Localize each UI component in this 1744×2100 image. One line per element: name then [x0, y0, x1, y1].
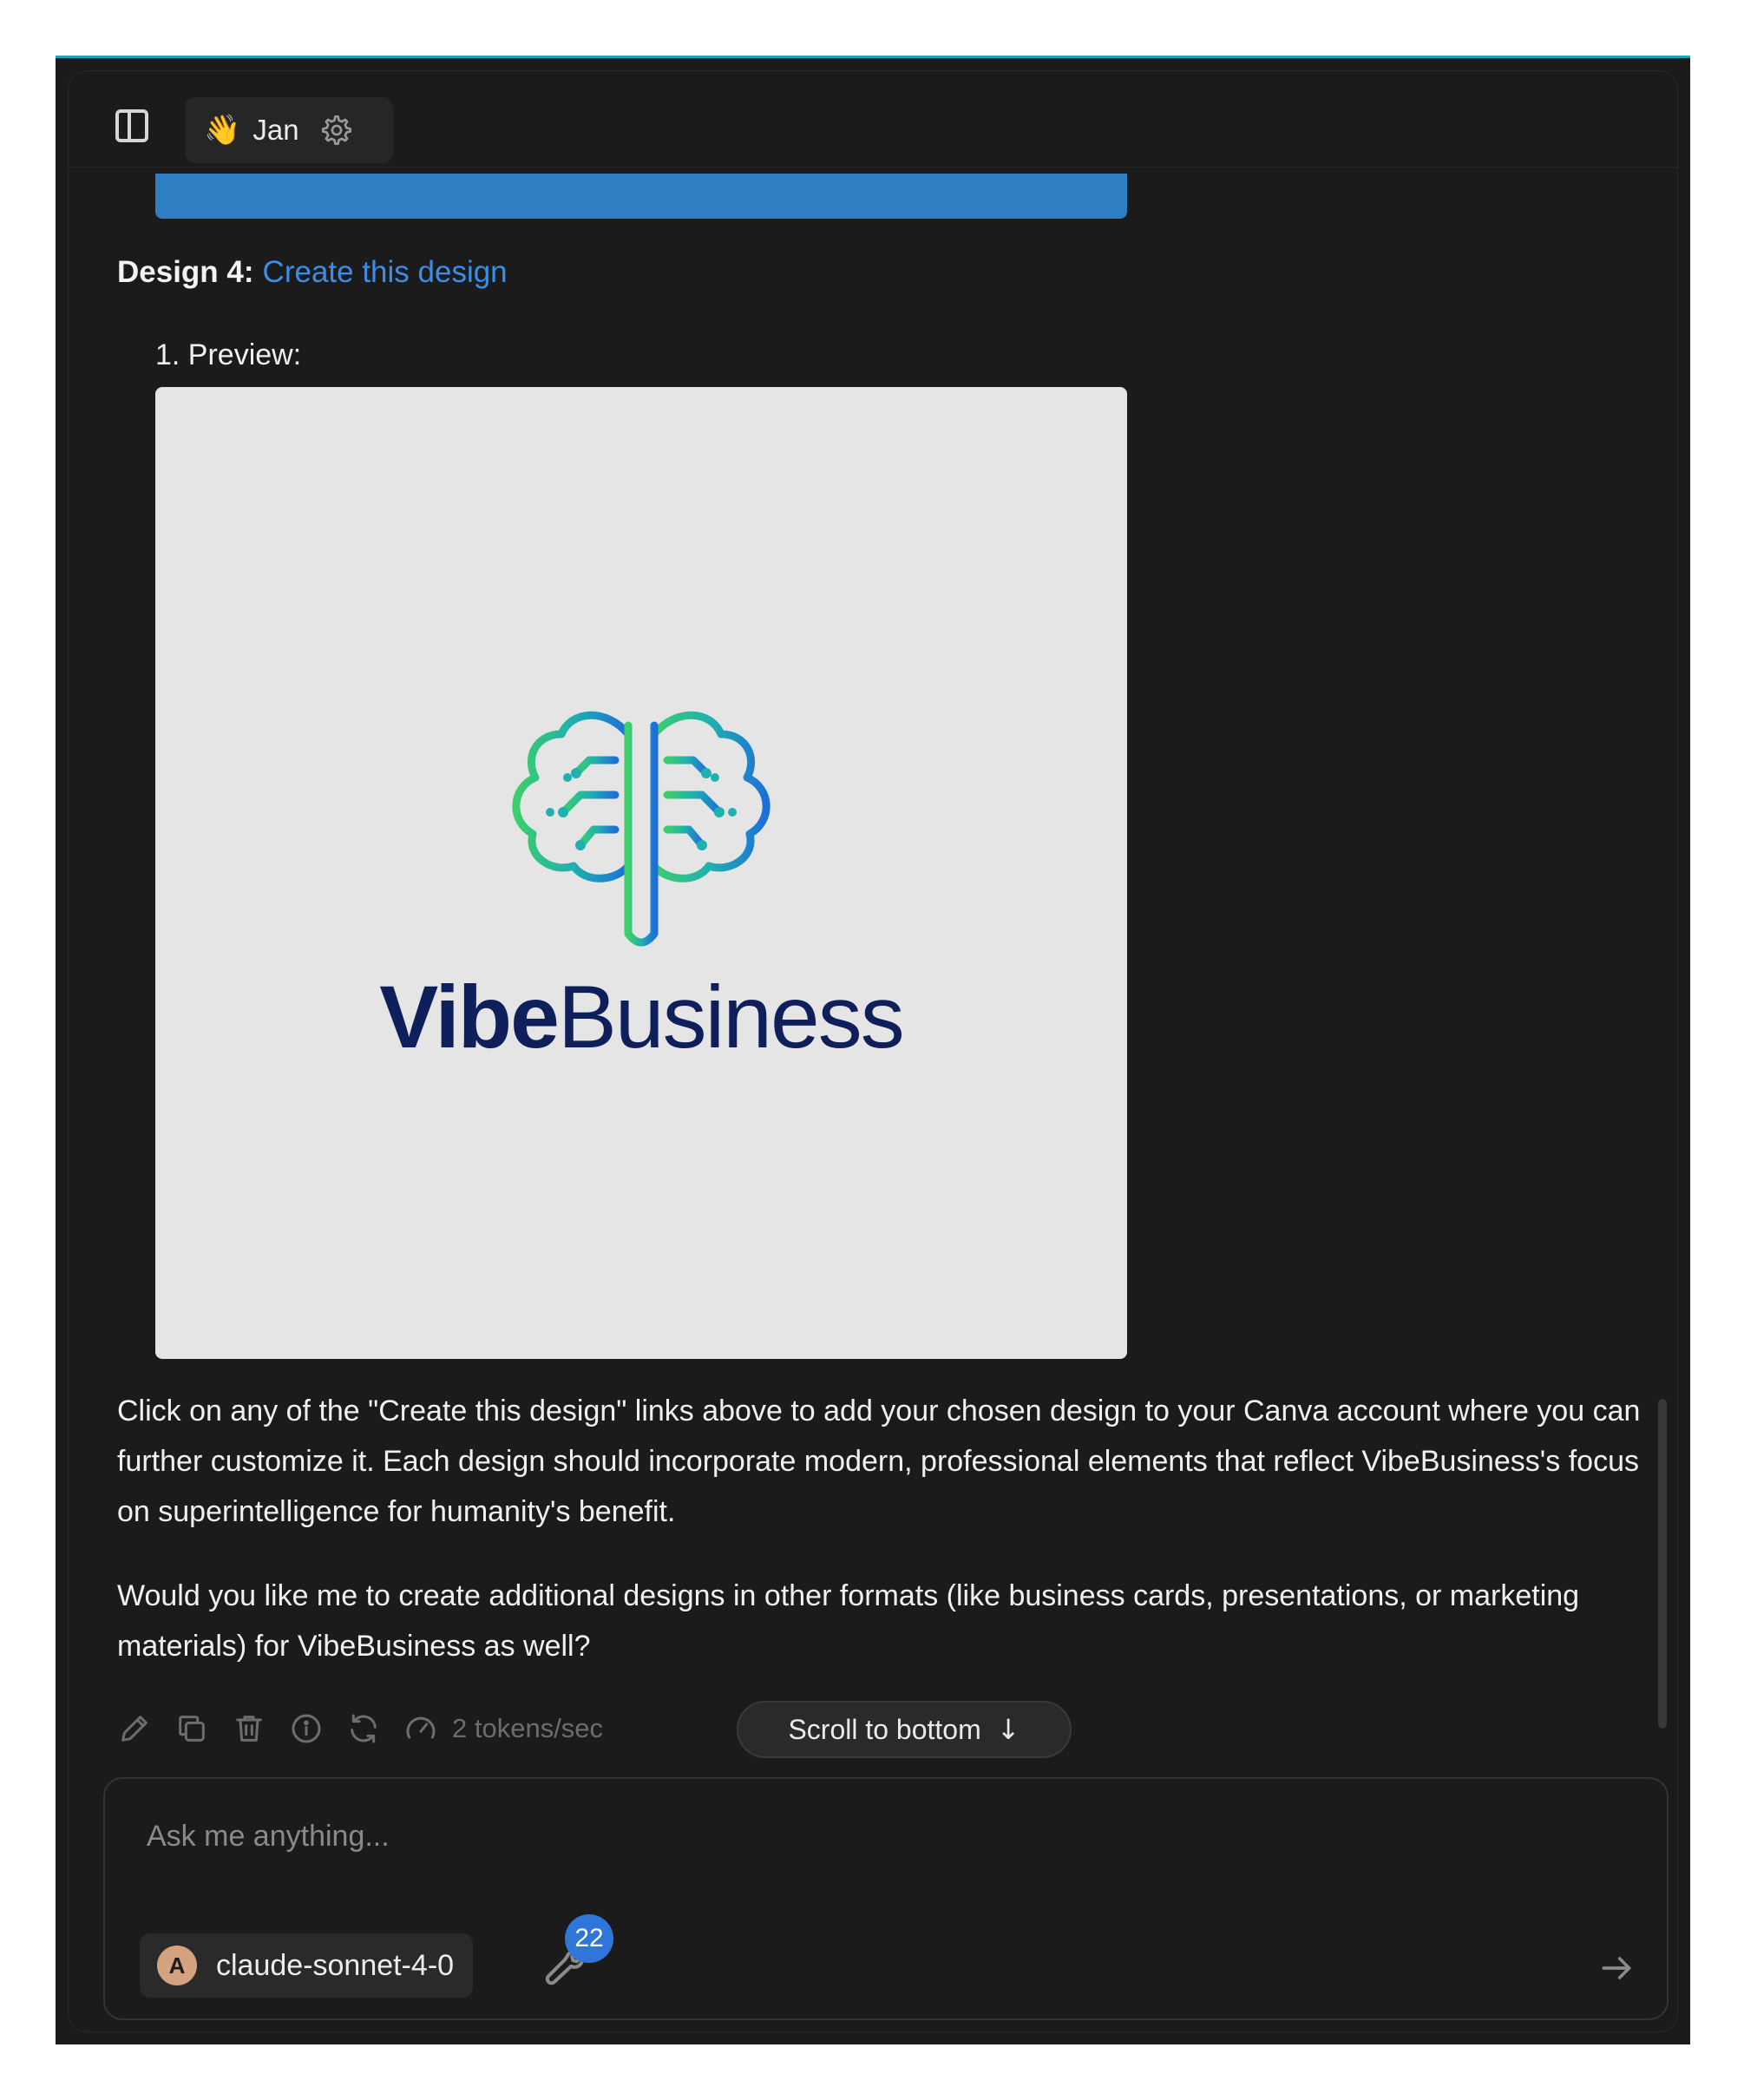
chat-content: Design 4: Create this design 1. Preview:: [69, 71, 1677, 1763]
create-design-link[interactable]: Create this design: [263, 255, 508, 289]
logo-wordmark: VibeBusiness: [155, 967, 1127, 1068]
pencil-icon[interactable]: [117, 1711, 152, 1746]
logo-text-bold: Vibe: [379, 968, 560, 1066]
composer: A claude-sonnet-4-0 22: [103, 1777, 1669, 2020]
design-preview-image[interactable]: VibeBusiness: [155, 387, 1127, 1359]
sidebar-toggle-icon[interactable]: [115, 109, 148, 142]
scroll-to-bottom-label: Scroll to bottom: [788, 1713, 981, 1745]
trash-icon[interactable]: [232, 1711, 266, 1746]
scroll-to-bottom-button[interactable]: Scroll to bottom ↓: [737, 1701, 1072, 1758]
model-name: claude-sonnet-4-0: [216, 1948, 455, 1982]
tools-count-badge: 22: [565, 1914, 613, 1963]
brain-logo-icon: [512, 711, 770, 947]
arrow-right-icon[interactable]: [1597, 1949, 1636, 1987]
regenerate-icon[interactable]: [346, 1711, 381, 1746]
tokens-speed: 2 tokens/sec: [452, 1713, 604, 1743]
header: 👋 Jan: [69, 71, 1677, 167]
assistant-name: Jan: [252, 114, 299, 146]
logo-text-regular: Business: [557, 968, 905, 1066]
model-selector[interactable]: A claude-sonnet-4-0: [140, 1933, 474, 1998]
previous-preview-image: [155, 174, 1127, 219]
chat-input[interactable]: [145, 1814, 1450, 1859]
design-label: Design 4:: [117, 255, 254, 289]
app-frame: Design 4: Create this design 1. Preview:: [56, 56, 1690, 2044]
message-actions: 2 tokens/sec: [117, 1703, 603, 1755]
preview-label: 1. Preview:: [155, 338, 302, 371]
arrow-down-icon: ↓: [996, 1713, 1020, 1746]
speedometer-icon: [406, 1716, 436, 1739]
message-paragraph: Would you like me to create additional d…: [117, 1579, 1580, 1663]
anthropic-icon: A: [157, 1946, 197, 1985]
scrollbar[interactable]: [1658, 1399, 1667, 1729]
copy-icon[interactable]: [174, 1711, 209, 1746]
assistant-selector[interactable]: 👋 Jan: [185, 97, 393, 163]
info-icon[interactable]: [289, 1711, 324, 1746]
gear-icon[interactable]: [320, 114, 353, 147]
chat-window: Design 4: Create this design 1. Preview:: [68, 70, 1678, 2032]
wave-icon: 👋: [204, 113, 241, 148]
design-heading: Design 4: Create this design: [117, 255, 508, 290]
message-paragraph: Click on any of the "Create this design"…: [117, 1395, 1641, 1528]
